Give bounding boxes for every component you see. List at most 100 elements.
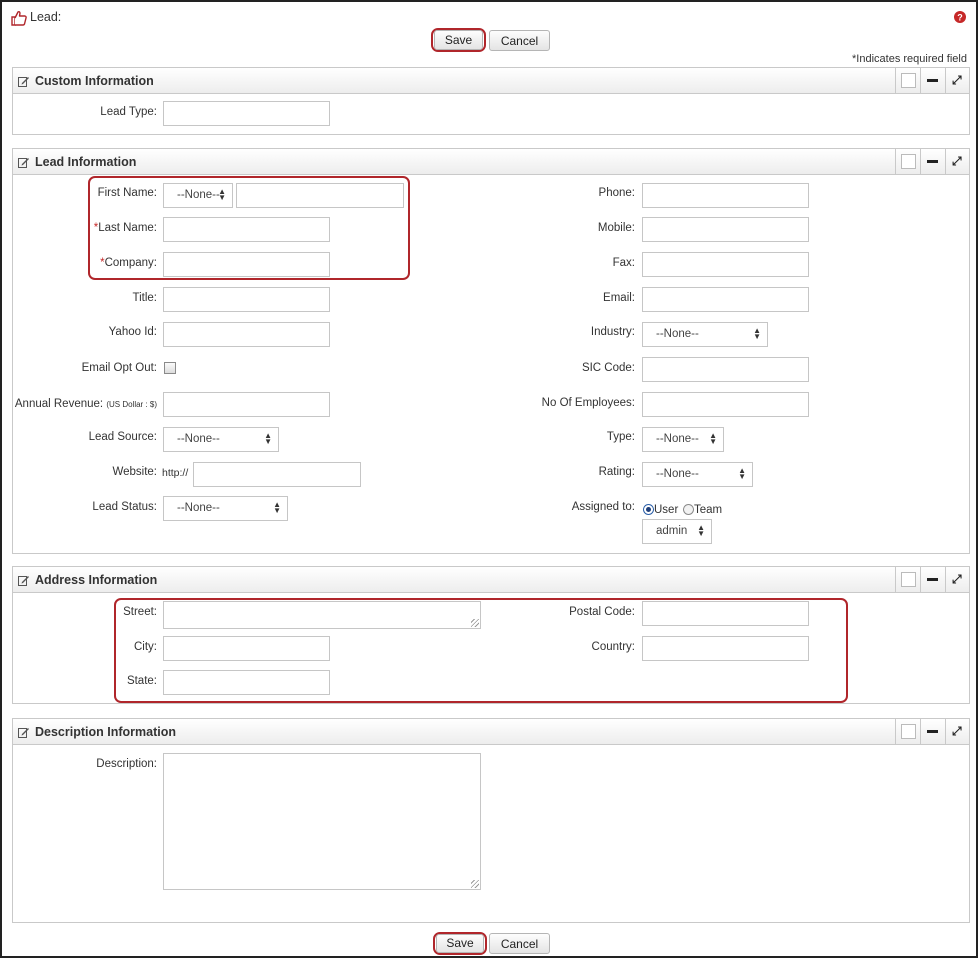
type-value: --None-- [656,433,699,445]
panel-title: Custom Information [35,74,154,88]
industry-select[interactable]: --None-- ▲ ▼ [642,322,768,347]
minus-icon [927,730,938,733]
sic-code-input[interactable] [642,357,809,382]
company-label: *Company: [23,256,157,270]
updown-arrow-icon: ▲ ▼ [753,326,761,341]
sic-code-label: SIC Code: [581,362,635,374]
phone-input[interactable] [642,183,809,208]
thumbs-up-icon [11,10,27,26]
updown-arrow-icon: ▲ ▼ [218,187,226,202]
lead-source-value: --None-- [177,433,220,445]
lead-type-input[interactable] [163,101,330,126]
edit-icon [18,728,29,738]
help-icon[interactable]: ? [954,11,966,23]
panel-minimize-button[interactable] [920,68,944,93]
panel-select-button[interactable] [895,149,919,174]
edit-icon [18,158,29,168]
panel-select-button[interactable] [895,567,919,592]
lead-information-panel: Lead Information ⤢ First Name: --None-- … [12,148,970,554]
country-label: Country: [591,641,635,653]
resize-handle-icon[interactable] [471,619,479,627]
address-information-panel: Address Information ⤢ Street: City: Stat… [12,566,970,704]
assigned-user-label: User [654,504,679,516]
company-input[interactable] [163,252,330,277]
street-label: Street: [123,606,157,618]
panel-title: Lead Information [35,155,137,169]
cancel-button-bottom[interactable]: Cancel [489,933,550,954]
lead-source-select[interactable]: --None-- ▲ ▼ [163,427,279,452]
rating-label: Rating: [598,466,635,478]
panel-minimize-button[interactable] [920,567,944,592]
assigned-team-radio[interactable] [683,504,694,515]
panel-header: Lead Information ⤢ [13,149,969,175]
panel-minimize-button[interactable] [920,719,944,744]
checkbox-icon [901,572,916,587]
expand-icon: ⤢ [952,572,962,586]
yahoo-id-input[interactable] [163,322,330,347]
annual-revenue-label: Annual Revenue: (US Dollar : $) [13,397,157,412]
rating-select[interactable]: --None-- ▲ ▼ [642,462,753,487]
type-select[interactable]: --None-- ▲ ▼ [642,427,724,452]
assigned-user-select[interactable]: admin ▲ ▼ [642,519,712,544]
email-input[interactable] [642,287,809,312]
mobile-input[interactable] [642,217,809,242]
resize-handle-icon[interactable] [471,880,479,888]
updown-arrow-icon: ▲ ▼ [264,431,272,446]
panel-expand-button[interactable]: ⤢ [945,149,969,174]
rating-value: --None-- [656,468,699,480]
employees-input[interactable] [642,392,809,417]
annual-revenue-input[interactable] [163,392,330,417]
panel-expand-button[interactable]: ⤢ [945,68,969,93]
updown-arrow-icon: ▲ ▼ [697,523,705,538]
minus-icon [927,160,938,163]
mobile-label: Mobile: [597,222,635,234]
expand-icon: ⤢ [952,724,962,738]
city-input[interactable] [163,636,330,661]
assigned-user-value: admin [656,525,688,537]
cancel-button-top[interactable]: Cancel [489,30,550,51]
city-label: City: [134,641,157,653]
last-name-label-text: Last Name: [98,222,157,234]
description-textarea[interactable] [163,753,481,890]
email-opt-out-checkbox[interactable] [164,362,176,374]
assigned-to-label: Assigned to: [571,501,635,513]
annual-revenue-unit: (US Dollar : $) [106,400,157,409]
panel-select-button[interactable] [895,719,919,744]
assigned-team-label: Team [694,504,723,516]
salutation-value: --None-- [177,189,220,201]
assigned-user-radio[interactable] [643,504,654,515]
required-note: *Indicates required field [852,53,967,65]
title-input[interactable] [163,287,330,312]
expand-icon: ⤢ [952,73,962,87]
phone-label: Phone: [598,187,635,199]
panel-title: Description Information [35,725,176,739]
save-button-bottom[interactable]: Save [436,934,484,953]
state-input[interactable] [163,670,330,695]
edit-icon [18,77,29,87]
lead-source-label: Lead Source: [88,431,157,443]
lead-type-label: Lead Type: [100,106,157,118]
state-label: State: [126,675,157,687]
updown-arrow-icon: ▲ ▼ [709,431,717,446]
panel-expand-button[interactable]: ⤢ [945,719,969,744]
company-label-text: Company: [104,257,157,269]
updown-arrow-icon: ▲ ▼ [273,500,281,515]
lead-status-label: Lead Status: [92,501,157,513]
custom-information-panel: Custom Information ⤢ Lead Type: [12,67,970,135]
first-name-input[interactable] [236,183,404,208]
fax-input[interactable] [642,252,809,277]
panel-minimize-button[interactable] [920,149,944,174]
postal-code-input[interactable] [642,601,809,626]
panel-expand-button[interactable]: ⤢ [945,567,969,592]
street-input[interactable] [163,601,481,629]
last-name-input[interactable] [163,217,330,242]
email-label: Email: [603,292,635,304]
country-input[interactable] [642,636,809,661]
panel-header: Custom Information ⤢ [13,68,969,94]
save-button-top[interactable]: Save [434,30,483,50]
description-information-panel: Description Information ⤢ Description: [12,718,970,923]
panel-select-button[interactable] [895,68,919,93]
salutation-select[interactable]: --None-- ▲ ▼ [163,183,233,208]
lead-status-select[interactable]: --None-- ▲ ▼ [163,496,288,521]
website-input[interactable] [193,462,361,487]
